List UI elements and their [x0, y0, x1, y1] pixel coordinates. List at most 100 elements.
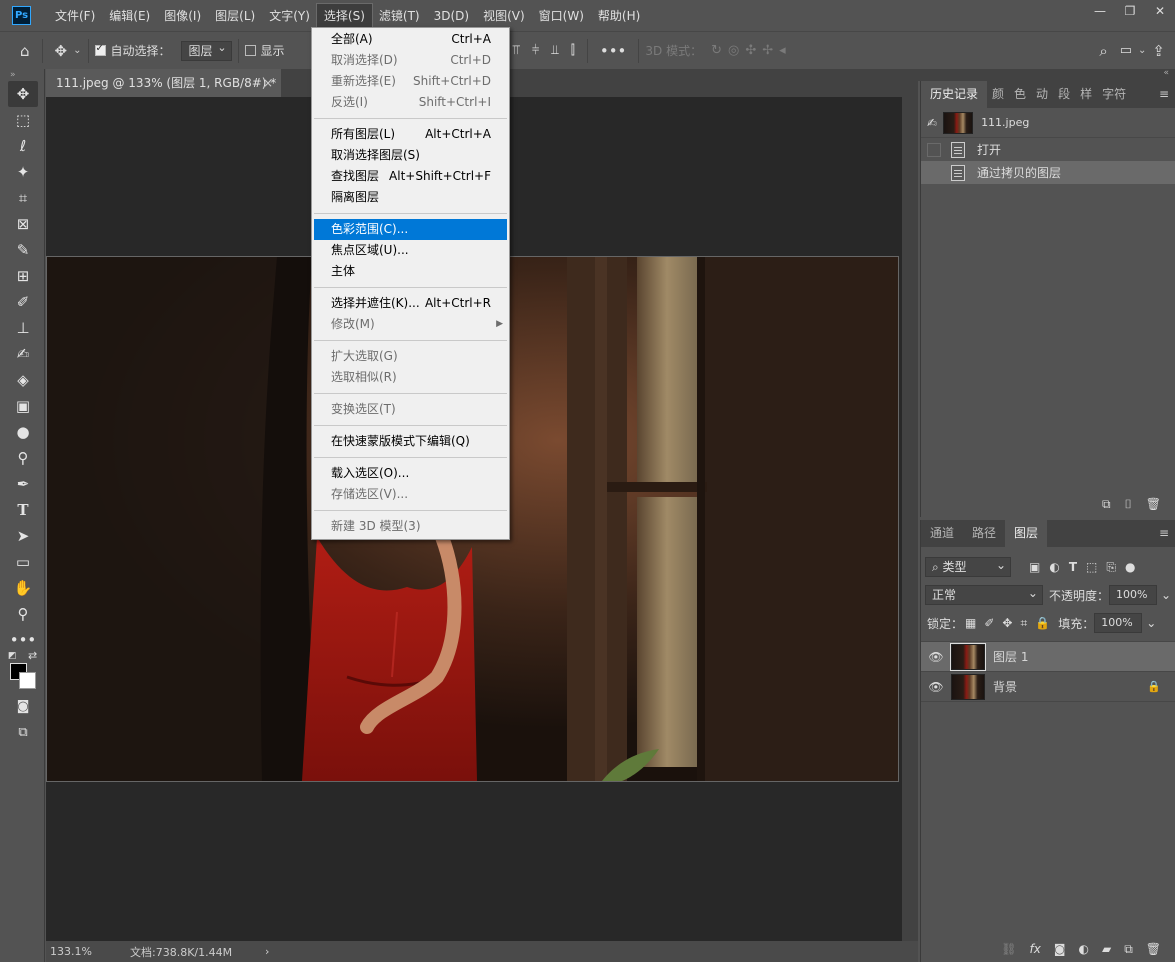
menu-item[interactable]: 视图(V) — [476, 4, 532, 28]
move-tool-icon[interactable]: ✥ — [55, 42, 68, 60]
more-options-icon[interactable]: ••• — [600, 42, 627, 60]
filter-toggle-icon[interactable]: ● — [1125, 560, 1135, 574]
history-source-box[interactable] — [927, 142, 941, 157]
menu-item[interactable]: 3D(D) — [427, 4, 476, 28]
menu-item[interactable]: 选择(S) — [315, 2, 373, 29]
history-snapshot[interactable]: ✍ 111.jpeg — [921, 108, 1175, 138]
path-selection-tool-icon[interactable]: ➤ — [8, 523, 38, 549]
new-layer-icon[interactable]: ⧉ — [1124, 942, 1133, 957]
panel-tab[interactable]: 字符 — [1097, 81, 1131, 108]
auto-select-checkbox[interactable] — [94, 43, 106, 56]
history-source-box[interactable] — [927, 165, 941, 180]
screen-mode-icon[interactable]: ⧉ — [8, 719, 38, 745]
layer-row[interactable]: 👁 图层 1 — [921, 642, 1175, 672]
panel-menu-icon[interactable]: ≡ — [1159, 81, 1169, 108]
filter-shape-icon[interactable]: ⬚ — [1086, 560, 1097, 574]
home-icon[interactable]: ⌂ — [20, 42, 30, 60]
swap-colors-icon[interactable]: ⇄ — [28, 649, 37, 662]
chevron-down-icon[interactable]: ⌄ — [1146, 616, 1156, 630]
filter-type-icon[interactable]: T — [1069, 560, 1077, 574]
opacity-input[interactable]: 100% — [1108, 585, 1157, 605]
panel-tab[interactable]: 颜 — [987, 81, 1009, 108]
trash-icon[interactable]: 🗑 — [1146, 942, 1161, 956]
restore-button[interactable]: ❐ — [1115, 0, 1145, 22]
align-middle-icon[interactable]: ⫩ — [532, 43, 539, 58]
layer-row[interactable]: 👁 背景 🔒 — [921, 672, 1175, 702]
status-menu-arrow[interactable]: › — [265, 945, 269, 958]
link-layers-icon[interactable]: ⛓ — [1001, 942, 1016, 956]
default-colors-icon[interactable]: ◩ — [8, 651, 17, 661]
gradient-tool-icon[interactable]: ▣ — [8, 393, 38, 419]
menu-item[interactable]: 编辑(E) — [102, 4, 157, 28]
chevron-down-icon[interactable]: ⌄ — [1138, 45, 1146, 56]
visibility-eye-icon[interactable]: 👁 — [921, 680, 951, 694]
dodge-tool-icon[interactable]: ⚲ — [8, 445, 38, 471]
blend-mode-dropdown[interactable]: 正常 ⌄ — [925, 585, 1043, 605]
panel-tab[interactable]: 色 — [1009, 81, 1031, 108]
crop-tool-icon[interactable]: ⌗ — [8, 185, 38, 211]
filter-pixel-icon[interactable]: ▣ — [1029, 560, 1040, 574]
select-menu-item[interactable]: 取消选择图层(S) — [312, 145, 509, 166]
new-group-icon[interactable]: ▰ — [1102, 942, 1111, 956]
lock-all-icon[interactable]: 🔒 — [1035, 616, 1050, 630]
camera-icon[interactable]: ⌷ — [1125, 497, 1132, 512]
history-brush-tool-icon[interactable]: ✍ — [8, 341, 38, 367]
menu-item[interactable]: 图像(I) — [157, 4, 208, 28]
chevron-down-icon[interactable]: ⌄ — [73, 45, 81, 56]
chevron-down-icon[interactable]: ⌄ — [1161, 588, 1171, 602]
filter-adjustment-icon[interactable]: ◐ — [1049, 560, 1059, 574]
panel-tab[interactable]: 样 — [1075, 81, 1097, 108]
select-menu-item[interactable]: 全部(A) Ctrl+A — [312, 29, 509, 50]
zoom-level[interactable]: 133.1% — [50, 945, 130, 958]
panel-tab[interactable]: 通道 — [921, 520, 963, 547]
panel-tab[interactable]: 动 — [1031, 81, 1053, 108]
zoom-tool-icon[interactable]: ⚲ — [8, 601, 38, 627]
menu-item[interactable]: 滤镜(T) — [372, 4, 427, 28]
panel-tab[interactable]: 路径 — [963, 520, 1005, 547]
menu-item[interactable]: 文字(Y) — [262, 4, 317, 28]
menu-item[interactable]: 文件(F) — [48, 4, 102, 28]
lasso-tool-icon[interactable]: ℓ — [8, 133, 38, 159]
show-transform-checkbox[interactable] — [244, 45, 256, 56]
history-step[interactable]: 通过拷贝的图层 — [921, 161, 1175, 184]
close-window-button[interactable]: ✕ — [1145, 0, 1175, 22]
lock-icon[interactable]: 🔒 — [1147, 680, 1161, 693]
panel-collapse-icon[interactable]: » — [0, 69, 44, 81]
healing-brush-tool-icon[interactable]: ⊞ — [8, 263, 38, 289]
panel-tab[interactable]: 段 — [1053, 81, 1075, 108]
workspace-icon[interactable]: ▭ — [1120, 43, 1132, 58]
marquee-tool-icon[interactable]: ⬚ — [8, 107, 38, 133]
share-icon[interactable]: ⇪ — [1152, 42, 1165, 60]
move-tool-icon[interactable]: ✥ — [8, 81, 38, 107]
lock-image-icon[interactable]: ✐ — [984, 616, 994, 630]
type-tool-icon[interactable]: T — [8, 497, 38, 523]
document-tab[interactable]: 111.jpeg @ 133% (图层 1, RGB/8#) * × — [46, 69, 281, 97]
hand-tool-icon[interactable]: ✋ — [8, 575, 38, 601]
panel-tab[interactable]: 图层 — [1005, 520, 1048, 547]
lock-artboard-icon[interactable]: ⌗ — [1020, 616, 1027, 631]
blur-tool-icon[interactable]: ● — [8, 419, 38, 445]
select-menu-item[interactable]: 焦点区域(U)... — [312, 240, 509, 261]
clone-stamp-tool-icon[interactable]: ⊥ — [8, 315, 38, 341]
background-color-swatch[interactable] — [19, 672, 36, 689]
vertical-scrollbar[interactable] — [902, 97, 918, 941]
minimize-button[interactable]: — — [1085, 0, 1115, 22]
fx-icon[interactable]: fx — [1029, 942, 1040, 956]
pen-tool-icon[interactable]: ✒ — [8, 471, 38, 497]
magic-wand-tool-icon[interactable]: ✦ — [8, 159, 38, 185]
panel-tab[interactable]: 历史记录 — [921, 81, 988, 108]
layer-name[interactable]: 背景 — [993, 678, 1147, 695]
adjustment-layer-icon[interactable]: ◐ — [1078, 942, 1088, 956]
align-bottom-icon[interactable]: ⫫ — [551, 43, 558, 58]
frame-tool-icon[interactable]: ⊠ — [8, 211, 38, 237]
eraser-tool-icon[interactable]: ◈ — [8, 367, 38, 393]
layer-name[interactable]: 图层 1 — [993, 648, 1175, 665]
rectangle-tool-icon[interactable]: ▭ — [8, 549, 38, 575]
select-menu-item[interactable]: 色彩范围(C)... — [314, 219, 507, 240]
menu-item[interactable]: 窗口(W) — [532, 4, 591, 28]
lock-transparency-icon[interactable]: ▦ — [965, 616, 976, 630]
layer-filter-dropdown[interactable]: ⌕ 类型 ⌄ — [925, 557, 1011, 577]
select-menu-item[interactable]: 所有图层(L) Alt+Ctrl+A — [312, 124, 509, 145]
history-brush-icon[interactable]: ✍ — [927, 116, 937, 130]
history-step[interactable]: 打开 — [921, 138, 1175, 161]
